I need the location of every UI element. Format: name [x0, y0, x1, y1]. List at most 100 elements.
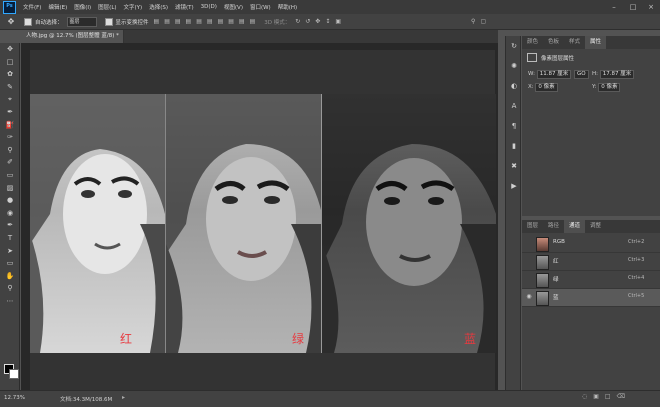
- tab-properties[interactable]: 属性: [585, 36, 607, 49]
- tab-layers[interactable]: 图层: [522, 220, 543, 233]
- menu-file[interactable]: 文件(F): [23, 3, 41, 11]
- menu-image[interactable]: 图像(I): [74, 3, 91, 11]
- path-select-icon[interactable]: ➤: [0, 245, 20, 258]
- search-icon[interactable]: ⚲: [471, 18, 475, 25]
- tab-swatches[interactable]: 色板: [543, 36, 564, 49]
- show-transform-checkbox[interactable]: [104, 17, 113, 26]
- height-field: H: 17.87 厘米: [592, 70, 635, 79]
- tab-adjustments[interactable]: 调整: [585, 220, 606, 233]
- 3d-roll-icon[interactable]: ↺: [305, 18, 310, 25]
- save-selection-icon[interactable]: ▣: [593, 393, 605, 400]
- tab-channels[interactable]: 通道: [564, 220, 586, 233]
- menu-select[interactable]: 选择(S): [149, 3, 168, 11]
- link-dimensions-icon[interactable]: GO: [574, 70, 589, 79]
- load-selection-icon[interactable]: ◌: [582, 393, 593, 400]
- x-label: X:: [528, 84, 534, 90]
- visibility-eye-icon[interactable]: ◉: [525, 293, 533, 300]
- type-icon[interactable]: T: [0, 232, 20, 245]
- menu-edit[interactable]: 编辑(E): [48, 3, 67, 11]
- maximize-icon[interactable]: □: [624, 0, 642, 14]
- channel-shortcut: Ctrl+3: [628, 257, 645, 263]
- photoshop-logo-icon: Ps: [3, 0, 16, 14]
- clone-stamp-icon[interactable]: ⚲: [0, 144, 20, 157]
- auto-select-checkbox[interactable]: [24, 17, 32, 26]
- eyedropper-icon[interactable]: ✒: [0, 106, 20, 119]
- align-right-icon[interactable]: ▤: [175, 18, 181, 25]
- close-icon[interactable]: ×: [642, 0, 660, 14]
- healing-brush-icon[interactable]: ⛽: [0, 119, 20, 132]
- history-icon[interactable]: ↻: [506, 36, 522, 56]
- status-menu-icon[interactable]: ▸: [122, 394, 125, 401]
- distribute-v-icon[interactable]: ▤: [239, 18, 245, 25]
- actions-icon[interactable]: ▶: [506, 176, 522, 196]
- link-toggle[interactable]: GO: [574, 70, 589, 79]
- shape-icon[interactable]: ▭: [0, 257, 20, 270]
- paragraph-icon[interactable]: ¶: [506, 116, 522, 136]
- move-icon[interactable]: ✥: [0, 43, 20, 56]
- pixel-layer-icon: [527, 53, 537, 62]
- align-bottom-icon[interactable]: ▤: [207, 18, 213, 25]
- tool-presets-icon[interactable]: ✖: [506, 156, 522, 176]
- 3d-drag-icon[interactable]: ✥: [315, 18, 320, 25]
- more-tools-icon[interactable]: ⋯: [0, 295, 20, 308]
- zoom-icon[interactable]: ⚲: [0, 282, 20, 295]
- document-tab[interactable]: 人物.jpg @ 12.7% (图层整體 蓝/8) *: [20, 30, 124, 43]
- tab-styles[interactable]: 样式: [564, 36, 585, 49]
- workspace-icon[interactable]: ▢: [480, 18, 486, 25]
- auto-select-dropdown[interactable]: 图层: [66, 16, 97, 27]
- menu-type[interactable]: 文字(Y): [124, 3, 143, 11]
- character-icon[interactable]: A: [506, 96, 522, 116]
- adjust-icon[interactable]: ◐: [506, 76, 522, 96]
- tab-paths[interactable]: 路径: [543, 220, 564, 233]
- eraser-icon[interactable]: ▭: [0, 169, 20, 182]
- quick-select-icon[interactable]: ✎: [0, 81, 20, 94]
- distribute-spacing-icon[interactable]: ▤: [250, 18, 256, 25]
- x-input[interactable]: 0 像素: [535, 83, 558, 92]
- align-left-icon[interactable]: ▤: [154, 18, 160, 25]
- menu-view[interactable]: 视图(V): [224, 3, 243, 11]
- blur-icon[interactable]: ●: [0, 194, 20, 207]
- align-top-icon[interactable]: ▤: [186, 18, 192, 25]
- menu-window[interactable]: 窗口(W): [250, 3, 271, 11]
- brush-settings-icon[interactable]: ✺: [506, 56, 522, 76]
- channel-row-rgb[interactable]: RGB Ctrl+2: [522, 235, 660, 253]
- properties-panel: 颜色 色板 样式 属性 像素图层属性 W: 11.87 厘米 GO H: 17.…: [522, 36, 660, 216]
- tab-color[interactable]: 颜色: [522, 36, 543, 49]
- 3d-scale-icon[interactable]: ▣: [335, 18, 341, 25]
- minimize-icon[interactable]: –: [605, 0, 623, 14]
- canvas-background-top: [30, 50, 495, 95]
- hand-icon[interactable]: ✋: [0, 270, 20, 283]
- 3d-rotate-icon[interactable]: ↻: [295, 18, 300, 25]
- distribute-h-icon[interactable]: ▤: [228, 18, 234, 25]
- new-channel-icon[interactable]: □: [605, 393, 617, 400]
- height-input[interactable]: 17.87 厘米: [599, 70, 635, 79]
- crop-icon[interactable]: ⌖: [0, 93, 20, 106]
- move-tool-icon[interactable]: ✥: [6, 17, 16, 27]
- delete-channel-icon[interactable]: ⌫: [617, 393, 631, 400]
- gradient-icon[interactable]: ▨: [0, 182, 20, 195]
- align-middle-icon[interactable]: ▤: [196, 18, 202, 25]
- channel-row-red[interactable]: 红 Ctrl+3: [522, 253, 660, 271]
- channel-shortcut: Ctrl+2: [628, 239, 645, 245]
- menu-layer[interactable]: 图层(L): [98, 3, 116, 11]
- pen-icon[interactable]: ✒: [0, 219, 20, 232]
- menu-filter[interactable]: 滤镜(T): [175, 3, 194, 11]
- brush-icon[interactable]: ✑: [0, 131, 20, 144]
- y-input[interactable]: 0 像素: [598, 83, 621, 92]
- distribute-icon[interactable]: ▤: [218, 18, 224, 25]
- menu-help[interactable]: 帮助(H): [278, 3, 297, 11]
- channel-row-green[interactable]: 绿 Ctrl+4: [522, 271, 660, 289]
- background-color-swatch[interactable]: [9, 369, 19, 379]
- width-input[interactable]: 11.87 厘米: [536, 70, 572, 79]
- glyphs-icon[interactable]: ▮: [506, 136, 522, 156]
- zoom-level[interactable]: 12.73%: [4, 395, 25, 401]
- 3d-slide-icon[interactable]: ↕: [325, 18, 330, 25]
- menu-3d[interactable]: 3D(D): [201, 4, 217, 10]
- marquee-icon[interactable]: □: [0, 56, 20, 69]
- menu-bar: Ps 文件(F) 编辑(E) 图像(I) 图层(L) 文字(Y) 选择(S) 滤…: [0, 0, 660, 14]
- align-center-icon[interactable]: ▤: [164, 18, 170, 25]
- channel-row-blue[interactable]: ◉ 蓝 Ctrl+5: [522, 289, 660, 307]
- lasso-icon[interactable]: ✿: [0, 68, 20, 81]
- dodge-icon[interactable]: ◉: [0, 207, 20, 220]
- history-brush-icon[interactable]: ✐: [0, 156, 20, 169]
